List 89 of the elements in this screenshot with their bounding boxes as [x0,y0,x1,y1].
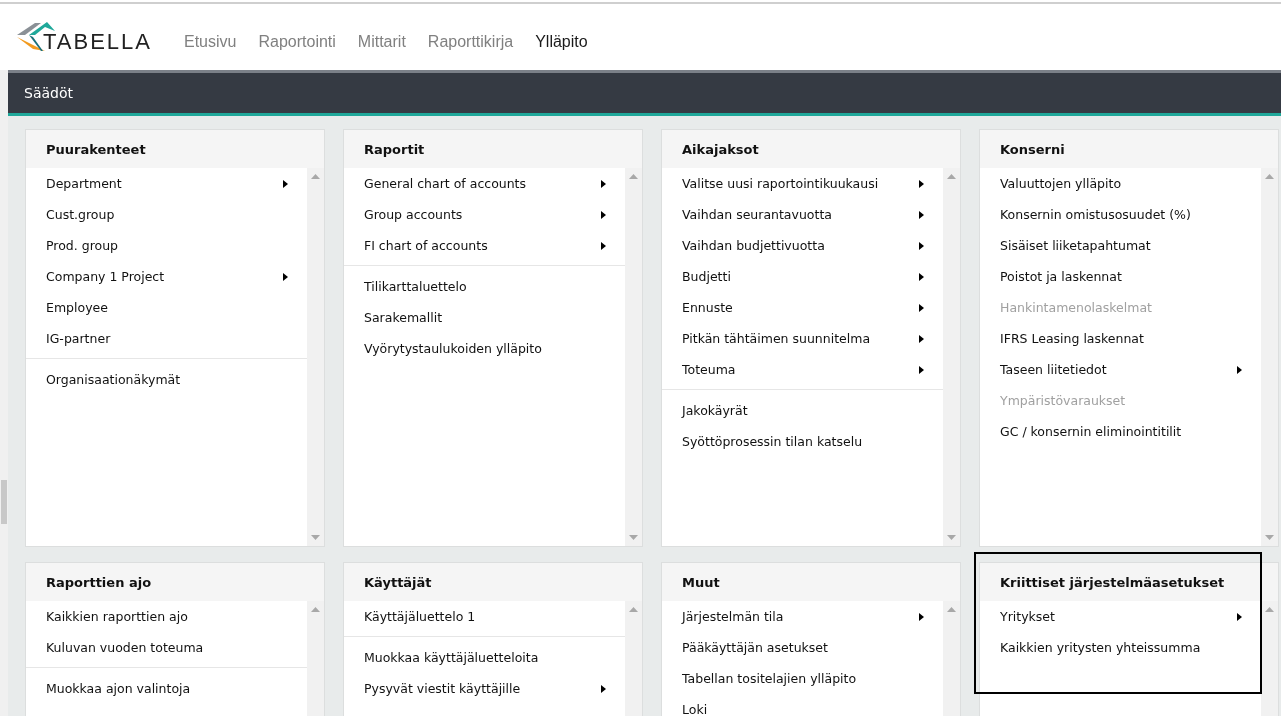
menu-item[interactable]: Budjetti [662,261,943,292]
menu-item[interactable]: Järjestelmän tila [662,601,943,632]
menu-item[interactable]: Jakokäyrät [662,395,943,426]
nav-tab[interactable]: Raporttikirja [427,32,514,51]
scrollbar[interactable] [625,168,642,546]
menu-item[interactable]: Konsernin omistusosuudet (%) [980,199,1261,230]
caret-icon [283,272,288,281]
menu-item[interactable]: Pitkän tähtäimen suunnitelma [662,323,943,354]
scrollbar[interactable] [943,168,960,546]
caret-icon [919,612,924,621]
menu-item[interactable]: Taseen liitetiedot [980,354,1261,385]
menu-item[interactable]: Käyttäjäluettelo 1 [344,601,625,632]
menu-item[interactable]: GC / konsernin eliminointitilit [980,416,1261,447]
scroll-down-icon[interactable] [629,535,638,540]
menu-item[interactable]: Yritykset [980,601,1261,632]
menu-item[interactable]: Tabellan tositelajien ylläpito [662,663,943,694]
menu-item[interactable]: Group accounts [344,199,625,230]
caret-icon [919,179,924,188]
nav-tab[interactable]: Etusivu [184,32,237,51]
scroll-down-icon[interactable] [311,535,320,540]
menu-item[interactable]: Vyörytystaulukoiden ylläpito [344,333,625,364]
scrollbar[interactable] [307,168,324,546]
menu-item[interactable]: Valuuttojen ylläpito [980,168,1261,199]
panel-title: Raportit [364,141,425,157]
nav-tab[interactable]: Ylläpito [535,32,588,51]
caret-icon [601,179,606,188]
scrollbar[interactable] [1261,168,1278,546]
menu-item[interactable]: IFRS Leasing laskennat [980,323,1261,354]
menu-item[interactable]: Employee [26,292,307,323]
caret-icon [919,241,924,250]
menu-item[interactable]: Ennuste [662,292,943,323]
menu-item[interactable]: Kaikkien yritysten yhteissumma [980,632,1261,663]
nav-tab[interactable]: Mittarit [357,32,406,51]
menu-item[interactable]: Syöttöprosessin tilan katselu [662,426,943,457]
scroll-up-icon[interactable] [311,174,320,179]
menu-item[interactable]: General chart of accounts [344,168,625,199]
scroll-up-icon[interactable] [1265,607,1274,612]
caret-icon [601,210,606,219]
caret-icon [1237,365,1242,374]
menu-item[interactable]: Kaikkien raporttien ajo [26,601,307,632]
panel-title: Käyttäjät [364,574,432,590]
panel-title: Muut [682,574,720,590]
panel-title: Konserni [1000,141,1065,157]
caret-icon [601,241,606,250]
caret-icon [919,303,924,312]
caret-icon [283,179,288,188]
caret-icon [601,684,606,693]
caret-icon [919,334,924,343]
menu-item[interactable]: Kuluvan vuoden toteuma [26,632,307,663]
scroll-down-icon[interactable] [1265,535,1274,540]
menu-item[interactable]: Sisäiset liiketapahtumat [980,230,1261,261]
scroll-up-icon[interactable] [629,607,638,612]
menu-item[interactable]: Loki [662,694,943,716]
scroll-up-icon[interactable] [629,174,638,179]
menu-item[interactable]: IG-partner [26,323,307,354]
menu-item[interactable]: Vaihdan seurantavuotta [662,199,943,230]
menu-item[interactable]: Prod. group [26,230,307,261]
menu-item[interactable]: Vaihdan budjettivuotta [662,230,943,261]
scroll-up-icon[interactable] [1265,174,1274,179]
menu-item[interactable]: Toteuma [662,354,943,385]
scroll-up-icon[interactable] [311,607,320,612]
panel-title: Raporttien ajo [46,574,152,590]
menu-item[interactable]: Cust.group [26,199,307,230]
menu-item[interactable]: Department [26,168,307,199]
scrollbar-thumb[interactable] [1,480,7,524]
scroll-up-icon[interactable] [947,607,956,612]
menu-item[interactable]: Company 1 Project [26,261,307,292]
logo-text: TABELLA [43,29,152,55]
menu-item[interactable]: Poistot ja laskennat [980,261,1261,292]
caret-icon [919,365,924,374]
scroll-down-icon[interactable] [947,535,956,540]
panel-title: Puurakenteet [46,141,146,157]
section-title: Säädöt [24,85,73,101]
menu-item[interactable]: Muokkaa ajon valintoja [26,673,307,704]
menu-item[interactable]: Organisaationäkymät [26,364,307,395]
nav-tab[interactable]: Raportointi [258,32,336,51]
caret-icon [919,210,924,219]
panel-title: Kriittiset järjestelmäasetukset [1000,574,1225,590]
menu-item[interactable]: Valitse uusi raportointikuukausi [662,168,943,199]
panel-title: Aikajaksot [682,141,759,157]
menu-item[interactable]: Sarakemallit [344,302,625,333]
menu-item[interactable]: Pääkäyttäjän asetukset [662,632,943,663]
menu-item[interactable]: Muokkaa käyttäjäluetteloita [344,642,625,673]
menu-item[interactable]: Tilikarttaluettelo [344,271,625,302]
caret-icon [1237,612,1242,621]
menu-item[interactable]: Pysyvät viestit käyttäjille [344,673,625,704]
menu-item[interactable]: FI chart of accounts [344,230,625,261]
scroll-up-icon[interactable] [947,174,956,179]
caret-icon [919,272,924,281]
